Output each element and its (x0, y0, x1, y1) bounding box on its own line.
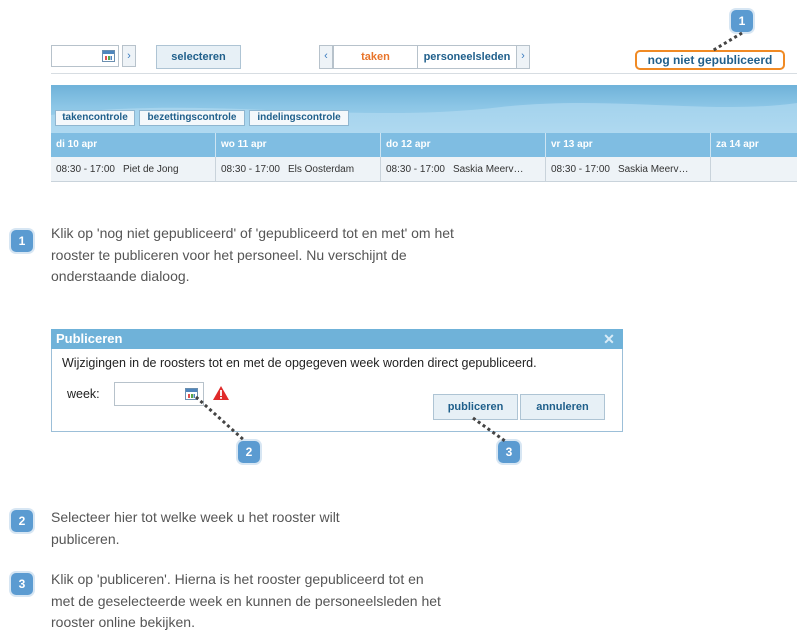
day-header-thu: do 12 apr (381, 133, 546, 157)
tab-personeelsleden[interactable]: personeelsleden (417, 45, 517, 69)
next-date-button[interactable]: › (122, 45, 136, 67)
next-view-button[interactable]: › (516, 45, 530, 69)
step-badge-1: 1 (11, 230, 33, 252)
warning-icon (213, 386, 229, 400)
shift-employee: Saskia Meerv… (452, 164, 524, 175)
shift-cell-empty[interactable] (711, 157, 797, 182)
day-header-fri: vr 13 apr (546, 133, 711, 157)
step-badge-2: 2 (11, 510, 33, 532)
dialog-title: Publiceren (51, 329, 623, 349)
toolbar-divider (51, 73, 797, 74)
calendar-icon[interactable] (185, 388, 198, 400)
shift-cell[interactable]: 08:30 - 17:00 Saskia Meerv… (381, 157, 546, 182)
step-1-text: Klik op 'nog niet gepubliceerd' of 'gepu… (51, 225, 454, 284)
week-input[interactable] (114, 382, 204, 406)
tab-taken[interactable]: taken (333, 45, 418, 69)
shift-employee: Piet de Jong (122, 164, 179, 175)
chevron-right-icon: › (127, 50, 131, 62)
week-label: week: (67, 387, 100, 401)
step-3-text: Klik op 'publiceren'. Hierna is het roos… (51, 571, 441, 630)
day-header-wed: wo 11 apr (216, 133, 381, 157)
publish-status-link[interactable]: nog niet gepubliceerd (635, 50, 785, 70)
shift-time: 08:30 - 17:00 (551, 164, 610, 175)
chevron-left-icon: ‹ (324, 50, 328, 62)
cancel-button[interactable]: annuleren (520, 394, 605, 420)
shift-time: 08:30 - 17:00 (221, 164, 280, 175)
step-badge-3: 3 (11, 573, 33, 595)
date-input[interactable] (51, 45, 119, 67)
shift-cell[interactable]: 08:30 - 17:00 Els Oosterdam (216, 157, 381, 182)
shift-time: 08:30 - 17:00 (386, 164, 445, 175)
day-header-sat: za 14 apr (716, 139, 759, 150)
publish-button[interactable]: publiceren (433, 394, 518, 420)
shift-cell[interactable]: 08:30 - 17:00 Piet de Jong (51, 157, 216, 182)
step-2-text: Selecteer hier tot welke week u het roos… (51, 509, 340, 547)
tab-indelingscontrole[interactable]: indelingscontrole (249, 110, 349, 126)
tab-takencontrole[interactable]: takencontrole (55, 110, 135, 126)
shift-employee: Saskia Meerv… (617, 164, 689, 175)
shift-cell[interactable]: 08:30 - 17:00 Saskia Meerv… (546, 157, 711, 182)
close-icon[interactable]: ✕ (602, 331, 616, 347)
selecteren-button[interactable]: selecteren (156, 45, 241, 69)
callout-badge-1: 1 (731, 10, 753, 32)
callout-badge-3: 3 (498, 441, 520, 463)
shift-time: 08:30 - 17:00 (56, 164, 115, 175)
prev-view-button[interactable]: ‹ (319, 45, 333, 69)
calendar-icon[interactable] (102, 50, 115, 62)
tab-bezettingscontrole[interactable]: bezettingscontrole (139, 110, 245, 126)
dialog-message: Wijzigingen in de roosters tot en met de… (62, 356, 537, 370)
callout-badge-2: 2 (238, 441, 260, 463)
shift-employee: Els Oosterdam (287, 164, 355, 175)
day-header-tue: di 10 apr (51, 133, 216, 157)
chevron-right-icon: › (521, 50, 525, 62)
